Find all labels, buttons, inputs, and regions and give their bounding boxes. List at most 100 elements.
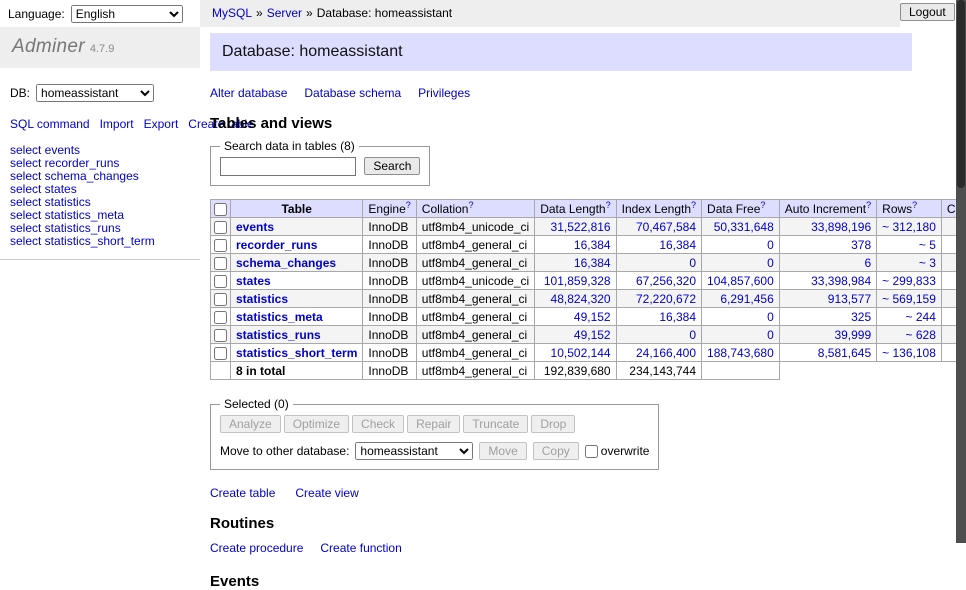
search-input[interactable] — [220, 157, 356, 176]
repair-button[interactable]: Repair — [407, 415, 460, 433]
help-icon[interactable]: ? — [760, 200, 765, 210]
create-procedure-link[interactable]: Create procedure — [210, 541, 303, 555]
row-select-cell — [211, 344, 231, 362]
row-checkbox[interactable] — [214, 221, 227, 234]
row-checkbox[interactable] — [214, 239, 227, 252]
index-length-link[interactable]: 24,166,400 — [636, 346, 696, 360]
index-length-link[interactable]: 70,467,584 — [636, 220, 696, 234]
row-checkbox[interactable] — [214, 311, 227, 324]
table-name-link[interactable]: events — [236, 220, 274, 234]
create-table-link[interactable]: Create table — [210, 486, 275, 500]
data-length-link[interactable]: 49,152 — [574, 310, 611, 324]
help-icon[interactable]: ? — [606, 200, 611, 210]
data-free-link[interactable]: 0 — [767, 256, 774, 270]
breadcrumb-link-mysql[interactable]: MySQL — [212, 6, 252, 20]
row-checkbox[interactable] — [214, 329, 227, 342]
index-length-link[interactable]: 0 — [689, 328, 696, 342]
auto-increment-link[interactable]: 913,577 — [828, 292, 871, 306]
auto-increment-link[interactable]: 33,398,984 — [811, 274, 871, 288]
create-view-link[interactable]: Create view — [295, 486, 358, 500]
auto-increment-link[interactable]: 325 — [851, 310, 871, 324]
data-free-link[interactable]: 0 — [767, 310, 774, 324]
index-length-cell: 0 — [616, 254, 701, 272]
rows-link[interactable]: ~ 5 — [919, 238, 936, 252]
data-length-link[interactable]: 31,522,816 — [551, 220, 611, 234]
auto-increment-link[interactable]: 6 — [864, 256, 871, 270]
help-icon[interactable]: ? — [406, 200, 411, 210]
scrollbar-thumb[interactable] — [957, 0, 965, 188]
move-db-select[interactable]: homeassistant — [355, 442, 473, 460]
data-free-link[interactable]: 188,743,680 — [707, 346, 774, 360]
table-name-link[interactable]: statistics_runs — [236, 328, 321, 342]
table-row: recorder_runsInnoDButf8mb4_general_ci16,… — [211, 236, 966, 254]
data-length-link[interactable]: 48,824,320 — [551, 292, 611, 306]
index-length-link[interactable]: 72,220,672 — [636, 292, 696, 306]
table-name-link[interactable]: statistics_short_term — [236, 346, 357, 360]
select-all-checkbox[interactable] — [214, 203, 227, 216]
sidebar-link-import[interactable]: Import — [100, 117, 134, 131]
overwrite-checkbox[interactable] — [585, 445, 598, 458]
index-length-link[interactable]: 16,384 — [659, 310, 696, 324]
help-icon[interactable]: ? — [691, 200, 696, 210]
rows-link[interactable]: ~ 299,833 — [882, 274, 936, 288]
rows-link[interactable]: ~ 628 — [906, 328, 936, 342]
row-checkbox[interactable] — [214, 293, 227, 306]
data-length-link[interactable]: 16,384 — [574, 238, 611, 252]
index-length-link[interactable]: 0 — [689, 256, 696, 270]
sidebar-table-links: select events select recorder_runs selec… — [0, 144, 200, 260]
data-free-link[interactable]: 104,857,600 — [707, 274, 774, 288]
rows-link[interactable]: ~ 569,159 — [882, 292, 936, 306]
data-length-link[interactable]: 101,859,328 — [544, 274, 611, 288]
db-select[interactable]: homeassistant — [36, 84, 154, 102]
privileges-link[interactable]: Privileges — [418, 86, 470, 100]
create-function-link[interactable]: Create function — [320, 541, 401, 555]
index-length-link[interactable]: 67,256,320 — [636, 274, 696, 288]
data-length-link[interactable]: 10,502,144 — [551, 346, 611, 360]
table-name-link[interactable]: statistics — [236, 292, 288, 306]
data-free-link[interactable]: 50,331,648 — [714, 220, 774, 234]
rows-link[interactable]: ~ 244 — [906, 310, 936, 324]
rows-cell: ~ 299,833 — [877, 272, 942, 290]
row-checkbox[interactable] — [214, 275, 227, 288]
auto-increment-link[interactable]: 378 — [851, 238, 871, 252]
rows-link[interactable]: ~ 312,180 — [882, 220, 936, 234]
auto-increment-link[interactable]: 33,898,196 — [811, 220, 871, 234]
check-button[interactable]: Check — [352, 415, 404, 433]
table-name-link[interactable]: statistics_meta — [236, 310, 323, 324]
copy-button[interactable]: Copy — [533, 442, 579, 460]
alter-database-link[interactable]: Alter database — [210, 86, 287, 100]
table-name-link[interactable]: recorder_runs — [236, 238, 317, 252]
help-icon[interactable]: ? — [866, 200, 871, 210]
breadcrumb-link-server[interactable]: Server — [267, 6, 302, 20]
table-name-link[interactable]: states — [236, 274, 271, 288]
help-icon[interactable]: ? — [912, 200, 917, 210]
help-icon[interactable]: ? — [468, 200, 473, 210]
auto-increment-link[interactable]: 8,581,645 — [818, 346, 871, 360]
row-checkbox[interactable] — [214, 347, 227, 360]
rows-link[interactable]: ~ 3 — [919, 256, 936, 270]
rows-link[interactable]: ~ 136,108 — [882, 346, 936, 360]
data-free-link[interactable]: 6,291,456 — [720, 292, 773, 306]
index-length-link[interactable]: 16,384 — [659, 238, 696, 252]
language-select[interactable]: English — [71, 5, 183, 23]
search-button[interactable]: Search — [364, 157, 420, 175]
data-length-link[interactable]: 16,384 — [574, 256, 611, 270]
vertical-scrollbar[interactable] — [956, 0, 966, 543]
sidebar-link-export[interactable]: Export — [144, 117, 179, 131]
data-free-link[interactable]: 0 — [767, 238, 774, 252]
auto-increment-link[interactable]: 39,999 — [834, 328, 871, 342]
optimize-button[interactable]: Optimize — [284, 415, 349, 433]
data-length-link[interactable]: 49,152 — [574, 328, 611, 342]
analyze-button[interactable]: Analyze — [220, 415, 281, 433]
truncate-button[interactable]: Truncate — [463, 415, 528, 433]
database-schema-link[interactable]: Database schema — [304, 86, 401, 100]
table-name-link[interactable]: schema_changes — [236, 256, 336, 270]
data-free-link[interactable]: 0 — [767, 328, 774, 342]
sidebar-link-sql-command[interactable]: SQL command — [10, 117, 90, 131]
drop-button[interactable]: Drop — [531, 415, 575, 433]
sidebar-table-link[interactable]: select statistics_short_term — [10, 235, 190, 248]
move-button[interactable]: Move — [479, 442, 526, 460]
row-checkbox[interactable] — [214, 257, 227, 270]
logout-button[interactable]: Logout — [900, 3, 955, 21]
data-free-cell: 50,331,648 — [702, 218, 780, 236]
